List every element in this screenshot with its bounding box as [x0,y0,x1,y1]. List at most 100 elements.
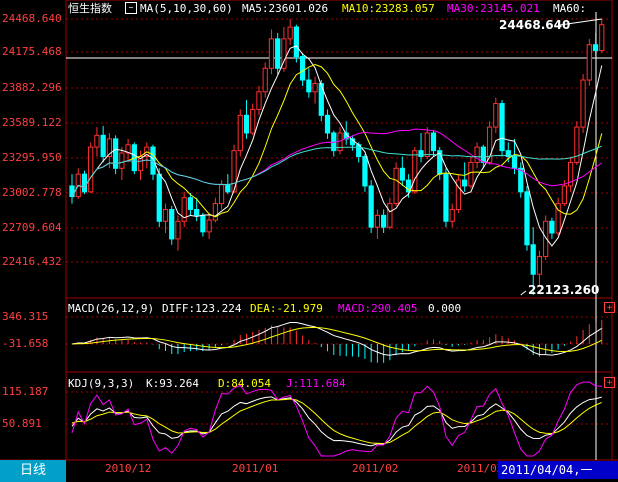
candle-body [549,220,555,234]
candle-body [443,173,449,222]
price-tick: 24468.640 [2,12,62,25]
candle-body [287,26,293,40]
macd-tick: 346.315 [2,310,49,323]
candle-body [493,103,499,128]
candle-body [474,146,480,163]
kdj-j-line [71,381,602,457]
candle-body [518,167,524,193]
candle-body [206,219,212,233]
price-tick: 22416.432 [2,255,62,268]
candle-body [156,173,162,222]
candle-body [293,26,299,57]
candle-body [262,67,268,93]
candle-body [81,173,88,193]
stock-chart[interactable] [0,0,618,482]
candle-body [306,79,312,93]
candle-body [119,152,125,169]
kdj-tick: 50.891 [2,417,42,430]
candle-body [574,126,580,163]
kdj-j: J:111.684 [286,377,346,390]
ma5-value: MA5:23601.026 [242,2,329,15]
macd-label: MACD(26,12,9) [68,302,155,315]
candle-body [94,134,100,148]
macd-dea: DEA:-21.979 [250,302,323,315]
macd-diff: DIFF:123.224 [162,302,242,315]
candle-body [312,83,318,93]
index-name: 恒生指数 [68,2,112,15]
ma60-value: MA60: [553,2,587,15]
ma30-value: MA30:23145.021 [447,2,540,15]
date-tick: 2011/03 [457,462,504,475]
kdj-tick: 115.187 [2,385,49,398]
candle-body [418,150,424,158]
candle-body [362,156,368,187]
candle-body [412,150,418,193]
kdj-d-line [71,398,602,445]
candle-body [599,24,605,52]
candle-body [381,214,387,228]
macd-extra: 0.000 [428,302,462,315]
kdj-k: K:93.264 [146,377,199,390]
candle-body [530,244,536,275]
macd-dea-line [71,326,602,353]
date-tick: 2011/02 [352,462,399,475]
ma10-value: MA10:23283.057 [342,2,435,15]
candle-body [250,108,256,134]
ma-label: MA(5,10,30,60) [140,2,233,15]
kdj-label: KDJ(9,3,3) [68,377,135,390]
price-tick: 23589.122 [2,116,62,129]
price-tick: 23295.950 [2,151,62,164]
candle-body [225,184,231,193]
kdj-expand-button[interactable]: + [604,377,615,388]
candle-body [187,197,194,210]
candle-body [499,103,505,152]
macd-tick: -31.658 [2,337,49,350]
candle-body [393,167,399,205]
price-tick: 23002.778 [2,186,62,199]
candle-body [368,185,374,228]
candle-body [580,79,586,128]
candle-body [462,179,468,187]
low-pointer [520,290,527,296]
candle-body [175,220,181,240]
candle-body [324,114,331,134]
kdj-k-line [71,396,602,447]
candle-body [387,203,393,228]
candle-body [511,156,518,169]
candle-body [299,55,306,81]
candle-body [374,214,381,228]
candle-body [194,208,200,216]
candle-body [561,185,567,205]
candle-body [243,114,250,134]
date-tick: 2011/01 [232,462,279,475]
candle-body [256,91,262,110]
candle-body [200,214,206,233]
candle-body [100,134,106,158]
kdj-d: D:84.054 [218,377,271,390]
date-tick: 2010/12 [105,462,152,475]
price-tick: 24175.468 [2,45,62,58]
low-callout: 22123.260 [528,283,600,297]
candle-body [169,208,175,240]
ma-toggle-icon[interactable]: ~ [125,2,137,14]
candle-body [69,185,75,198]
candle-body [268,38,275,69]
candle-body [424,132,430,158]
candle-body [212,203,218,221]
candle-body [586,44,592,81]
candle-body [468,161,474,187]
candle-body [275,38,281,69]
candle-body [237,114,243,152]
macd-value: MACD:290.405 [338,302,418,315]
tab-daily[interactable]: 日线 [0,460,66,482]
candle-body [592,44,599,52]
high-callout: 24468.640 [499,18,571,32]
price-tick: 22709.604 [2,221,62,234]
ma5-line [71,45,603,247]
candle-body [399,167,405,181]
candle-body [430,132,437,152]
macd-expand-button[interactable]: + [604,302,615,313]
candle-body [524,191,530,246]
price-tick: 23882.296 [2,81,62,94]
candle-body [480,146,486,163]
